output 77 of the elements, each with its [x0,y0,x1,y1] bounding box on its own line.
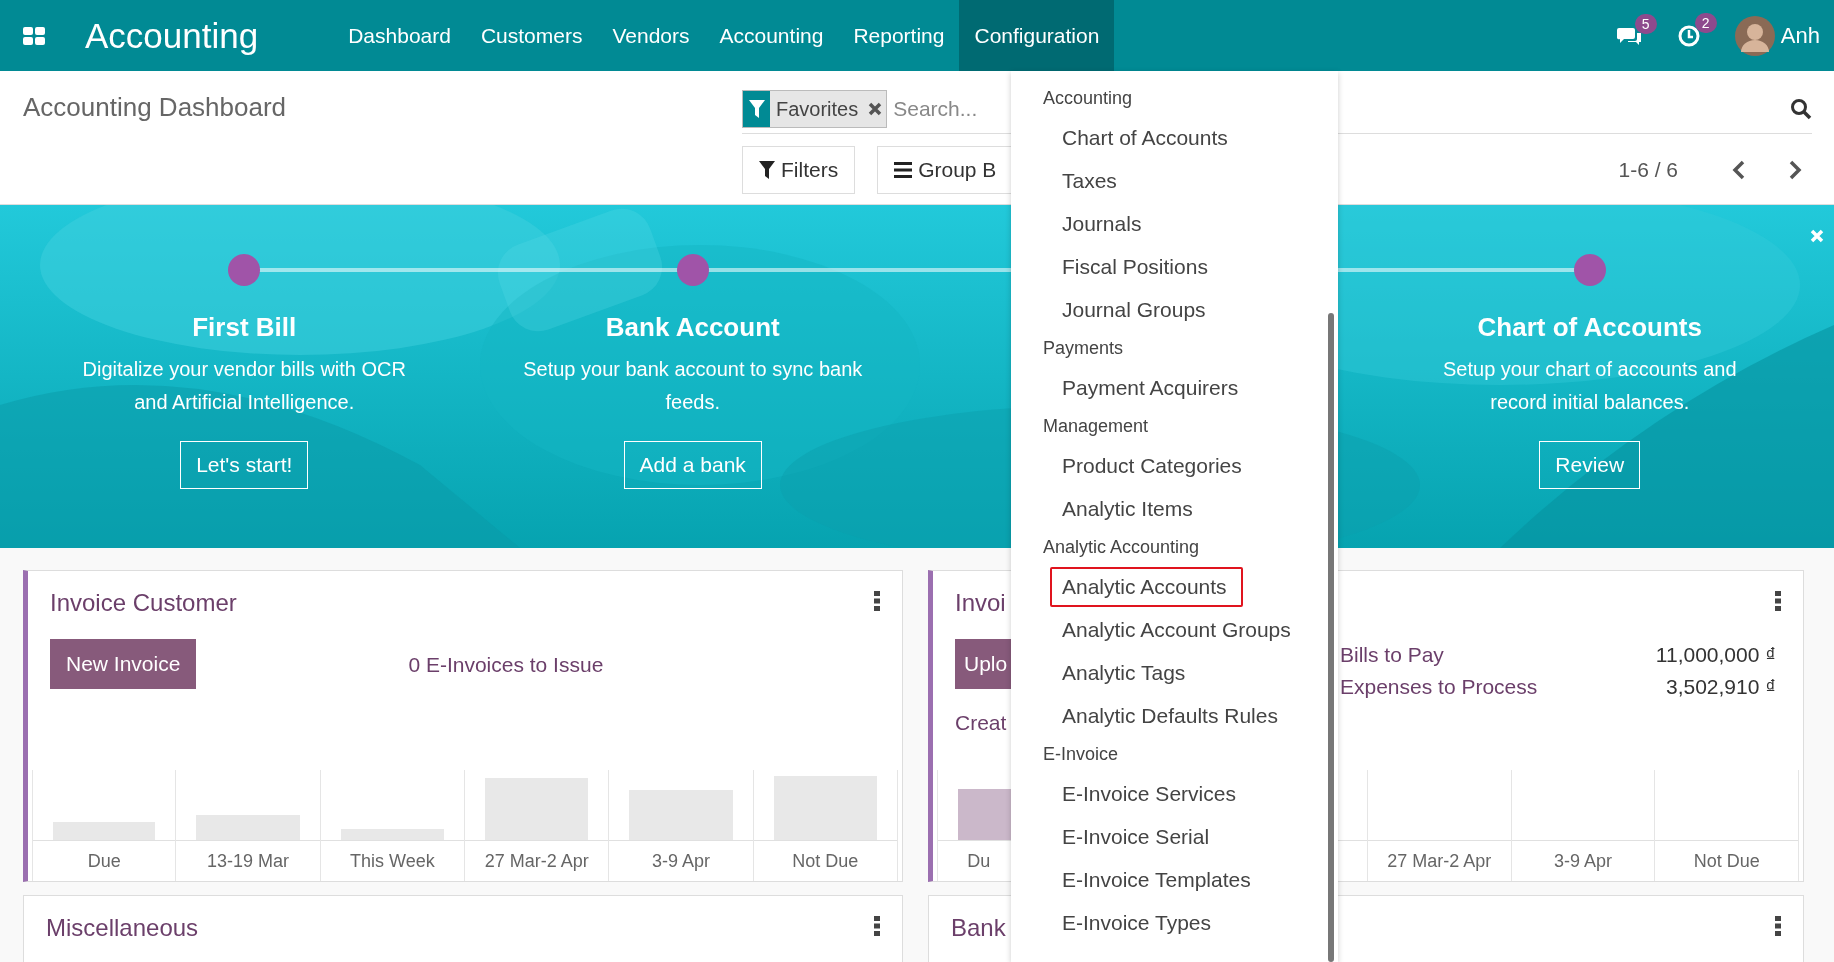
menu-section-header: Management [1042,415,1150,438]
menu-item[interactable]: Vendors [597,0,705,71]
search-icon[interactable] [1790,98,1812,120]
menu-section-header: Accounting [1042,87,1134,110]
axis-label: Due [86,850,122,873]
dropdown-item[interactable]: Analytic Items [1050,488,1209,529]
dropdown-item[interactable]: Journal Groups [1050,289,1222,330]
summary-link[interactable]: Expenses to Process [1340,675,1538,699]
axis-label: This Week [348,850,436,873]
dropdown-item[interactable]: Fiscal Positions [1050,246,1224,287]
chevron-left-icon [1732,159,1746,180]
filter-icon [748,100,765,118]
new-invoice-button[interactable]: New Invoice [50,639,197,689]
axis-label: Not Due [791,850,860,873]
kebab-menu-icon[interactable] [874,916,880,936]
dropdown-item[interactable]: Analytic Accounts [1050,566,1243,607]
card-title: Miscellaneous [46,914,199,942]
list-icon [894,161,913,178]
app-brand[interactable]: Accounting [85,0,259,71]
menu-item[interactable]: Accounting [704,0,839,71]
step-description: Setup your chart of accounts and record initial balances. [1442,357,1738,415]
axis-label: Not Due [1692,850,1761,873]
filter-icon [759,160,775,179]
menu-section-header: E-Invoice [1042,743,1120,766]
axis-label: 3-9 Apr [1552,850,1613,873]
menu-item[interactable]: Reporting [838,0,960,71]
summary-amount: 3,502,910 ₫ [1665,675,1776,699]
chevron-right-icon [1788,159,1802,180]
favorites-facet[interactable]: Favorites [742,90,888,128]
avatar-icon[interactable] [1734,15,1775,56]
close-icon [1810,229,1824,243]
grid-icon [23,26,45,45]
card-title: Invoice Customer [50,589,237,617]
step-title: Bank Account [605,312,780,343]
menu-item[interactable]: Customers [465,0,598,71]
step-title: First Bill [192,312,297,343]
dropdown-item[interactable]: E-Invoice Templates [1050,859,1267,900]
kebab-menu-icon[interactable] [1775,591,1781,611]
dropdown-item[interactable]: E-Invoice Types [1050,902,1228,943]
dropdown-item[interactable]: Product Categories [1050,445,1258,486]
filters-button[interactable]: Filters [742,145,856,194]
pager-value[interactable]: 1-6 / 6 [1618,157,1678,182]
message-count-badge: 5 [1634,13,1657,34]
remove-icon[interactable] [868,102,883,116]
clock-icon[interactable] [1676,23,1701,48]
axis-label: 3-9 Apr [650,850,711,873]
e-invoices-link[interactable]: 0 E-Invoices to Issue [408,653,604,739]
axis-label: 27 Mar-2 Apr [1386,850,1493,873]
scrollbar-thumb[interactable] [1328,313,1334,962]
group-by-button[interactable]: Group B [877,145,1014,194]
dropdown-item[interactable]: Analytic Defaults Rules [1050,695,1294,736]
summary-amount: 11,000,000 ₫ [1655,643,1776,667]
dropdown-item[interactable]: Taxes [1050,160,1133,201]
user-name[interactable]: Anh [1780,22,1820,49]
step-description: Digitalize your vendor bills with OCR and Artificial Intelligence. [81,357,407,415]
axis-label: 27 Mar-2 Apr [483,850,590,873]
dropdown-item[interactable]: Journals [1050,203,1158,244]
page-title: Accounting Dashboard [23,91,288,123]
menu-item[interactable]: Dashboard [333,0,466,71]
kebab-menu-icon[interactable] [1775,916,1781,936]
card-title: Bank [951,914,1006,942]
dropdown-item[interactable]: E-Invoice Services [1050,773,1252,814]
menu-section-header: Payments [1042,337,1125,360]
step-description: Setup your bank account to sync bank feeds. [522,357,864,415]
step-title: Chart of Accounts [1477,312,1702,343]
menu-section-header: Analytic Accounting [1042,536,1201,559]
dropdown-item[interactable]: Chart of Accounts [1050,117,1244,158]
kebab-menu-icon[interactable] [874,591,880,611]
dropdown-item[interactable]: E-Invoice Serial [1050,816,1226,857]
summary-link[interactable]: Bills to Pay [1340,643,1444,667]
axis-label: 13-19 Mar [205,850,290,873]
dropdown-item[interactable]: Analytic Tags [1050,652,1202,693]
dropdown-item[interactable]: Analytic Account Groups [1050,609,1307,650]
dropdown-item[interactable]: Payment Acquirers [1050,367,1255,408]
menu-item[interactable]: Configuration [959,0,1115,71]
card-title: Invoi [955,589,1006,617]
activity-count-badge: 2 [1694,12,1717,33]
